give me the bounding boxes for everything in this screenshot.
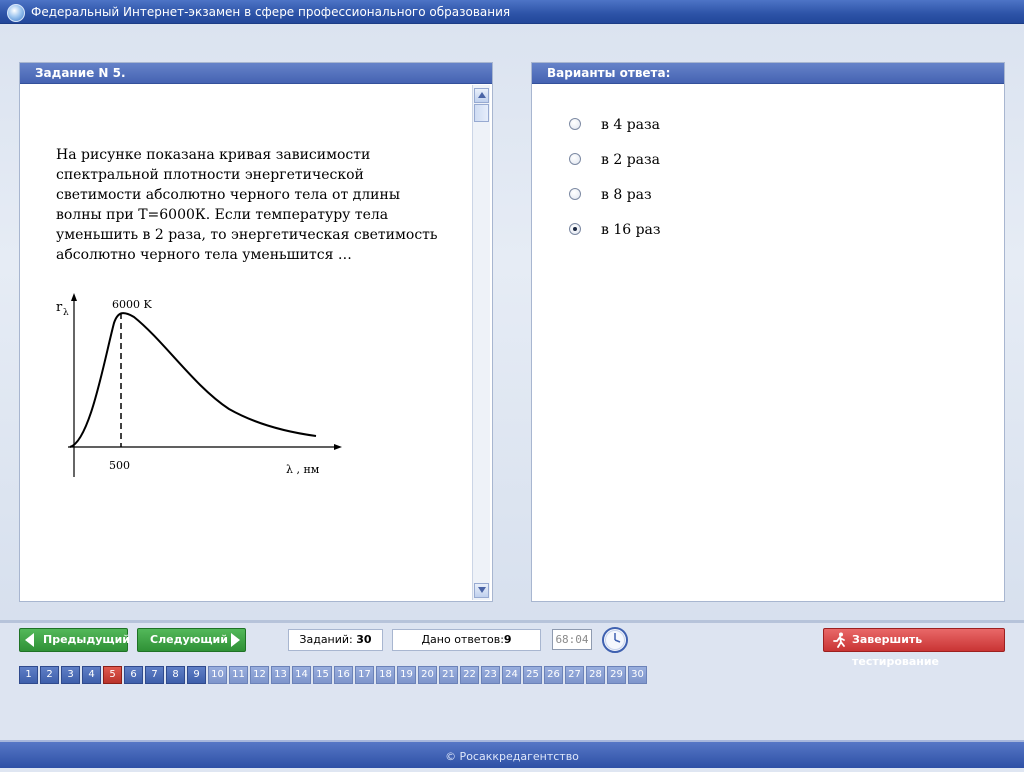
y-axis-label: r: [56, 300, 63, 315]
answered-count-value: 9: [503, 633, 512, 646]
tasks-count-box: Заданий: 30: [288, 629, 383, 651]
question-text: На рисунке показана кривая зависимости с…: [56, 147, 438, 263]
finish-test-label: Завершить тестирование: [852, 633, 940, 668]
page-button-11[interactable]: 11: [229, 666, 248, 684]
page-button-7[interactable]: 7: [145, 666, 164, 684]
page-button-5[interactable]: 5: [103, 666, 122, 684]
arrow-up-icon: [478, 92, 486, 98]
page-button-6[interactable]: 6: [124, 666, 143, 684]
answer-label: в 16 раз: [601, 222, 661, 238]
toolbar-divider: [0, 620, 1024, 623]
previous-button[interactable]: Предыдущий: [19, 628, 131, 652]
tasks-count-value: 30: [356, 633, 372, 646]
page-button-13[interactable]: 13: [271, 666, 290, 684]
spectral-curve: [69, 312, 317, 448]
arrow-down-icon: [478, 587, 486, 593]
radio-button-selected[interactable]: [569, 223, 581, 235]
page-button-12[interactable]: 12: [250, 666, 269, 684]
footer: © Росаккредагентство: [0, 740, 1024, 768]
page-button-29[interactable]: 29: [607, 666, 626, 684]
page-button-21[interactable]: 21: [439, 666, 458, 684]
scroll-down-button[interactable]: [474, 583, 489, 598]
x-axis-label: λ , нм: [286, 463, 320, 476]
page-button-2[interactable]: 2: [40, 666, 59, 684]
window-title: Федеральный Интернет-экзамен в сфере про…: [31, 5, 511, 19]
page-button-10[interactable]: 10: [208, 666, 227, 684]
arrow-right-icon: [231, 633, 240, 647]
y-axis-label-subscript: λ: [63, 308, 69, 318]
title-bar: Федеральный Интернет-экзамен в сфере про…: [0, 0, 1024, 24]
page-button-3[interactable]: 3: [61, 666, 80, 684]
next-label: Следующий: [150, 633, 228, 646]
page-button-22[interactable]: 22: [460, 666, 479, 684]
radio-button[interactable]: [569, 153, 581, 165]
page-button-18[interactable]: 18: [376, 666, 395, 684]
next-button[interactable]: Следующий: [137, 628, 246, 652]
page-button-1[interactable]: 1: [19, 666, 38, 684]
clock-icon: [602, 627, 628, 653]
scroll-thumb[interactable]: [474, 104, 489, 122]
arrow-left-icon: [25, 633, 34, 647]
page-button-19[interactable]: 19: [397, 666, 416, 684]
page-button-17[interactable]: 17: [355, 666, 374, 684]
finish-test-button[interactable]: Завершить тестирование: [823, 628, 1005, 668]
page-button-14[interactable]: 14: [292, 666, 311, 684]
previous-label: Предыдущий: [43, 633, 131, 646]
y-axis-arrow: [71, 293, 77, 301]
x-tick-label: 500: [109, 459, 130, 472]
page-button-15[interactable]: 15: [313, 666, 332, 684]
x-axis-arrow: [334, 444, 342, 450]
globe-logo-icon: [7, 4, 25, 22]
answer-label: в 8 раз: [601, 187, 652, 203]
page-button-24[interactable]: 24: [502, 666, 521, 684]
page-button-27[interactable]: 27: [565, 666, 584, 684]
timer-display: 68:04: [552, 629, 592, 650]
page-button-8[interactable]: 8: [166, 666, 185, 684]
page-button-30[interactable]: 30: [628, 666, 647, 684]
answer-label: в 2 раза: [601, 152, 660, 168]
answers-panel: Варианты ответа: в 4 раза в 2 раза в 8 р…: [531, 62, 1005, 602]
page-button-20[interactable]: 20: [418, 666, 437, 684]
peak-label: 6000 K: [112, 298, 152, 311]
task-header: Задание N 5.: [20, 63, 492, 84]
page-button-16[interactable]: 16: [334, 666, 353, 684]
page-button-23[interactable]: 23: [481, 666, 500, 684]
answered-count-label: Дано ответов:: [421, 633, 504, 646]
page-button-28[interactable]: 28: [586, 666, 605, 684]
page-button-26[interactable]: 26: [544, 666, 563, 684]
radio-button[interactable]: [569, 118, 581, 130]
spectral-curve-figure: r λ 6000 K 500 λ , нм: [56, 293, 342, 477]
radio-button[interactable]: [569, 188, 581, 200]
answered-count-box: Дано ответов:9: [392, 629, 541, 651]
task-panel: Задание N 5. На рисунке показана кривая …: [19, 62, 493, 602]
tasks-count-label: Заданий:: [299, 633, 353, 646]
scroll-up-button[interactable]: [474, 88, 489, 103]
task-scrollbar[interactable]: [472, 85, 490, 600]
answer-label: в 4 раза: [601, 117, 660, 133]
page-button-25[interactable]: 25: [523, 666, 542, 684]
page-button-4[interactable]: 4: [82, 666, 101, 684]
page-button-9[interactable]: 9: [187, 666, 206, 684]
answers-header: Варианты ответа:: [532, 63, 1004, 84]
running-man-icon: [833, 632, 845, 648]
